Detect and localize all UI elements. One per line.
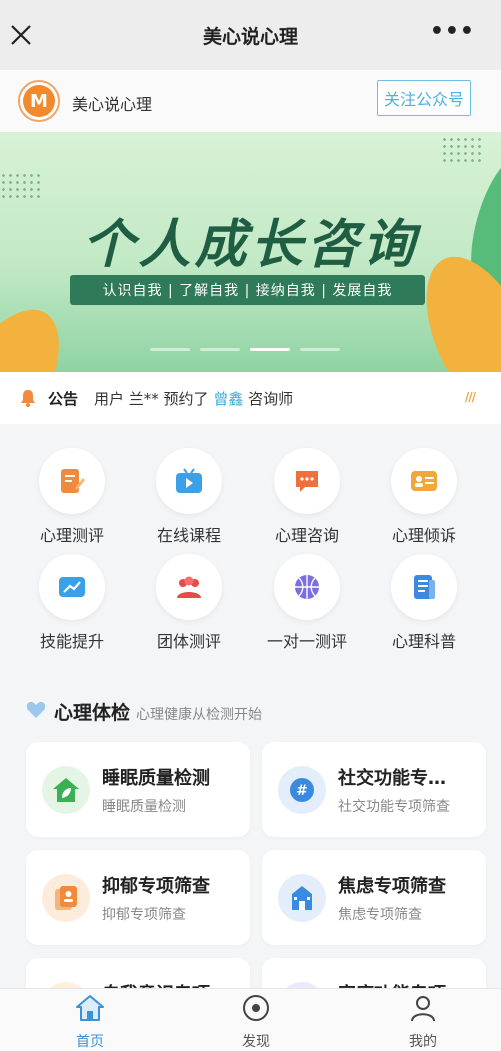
tab-home[interactable]: 首页	[50, 993, 130, 1051]
grid-item-online-course[interactable]: 在线课程	[134, 448, 244, 546]
dot-pattern-decoration	[0, 172, 40, 202]
hashtag-icon: #	[290, 778, 314, 802]
card-icon-circle	[278, 874, 326, 922]
logo-letter: M	[23, 85, 55, 117]
grid-icon-circle	[274, 448, 340, 514]
card-icon-circle	[42, 874, 90, 922]
bottom-tab-bar: 首页 发现 我的	[0, 988, 501, 1051]
grid-label: 心理倾诉	[391, 526, 456, 545]
card-icon-circle: #	[278, 766, 326, 814]
grid-label: 心理测评	[39, 526, 104, 545]
group-people-icon	[177, 576, 201, 598]
close-icon[interactable]	[8, 22, 34, 48]
card-title: 抑郁专项筛查	[102, 876, 210, 897]
grid-item-counseling[interactable]: 心理咨询	[252, 448, 362, 546]
announcement-suffix: 咨询师	[248, 390, 294, 408]
chat-bubble-icon	[296, 471, 318, 492]
card-icon-circle	[42, 766, 90, 814]
carousel-dot[interactable]	[150, 348, 190, 351]
more-options-icon[interactable]: •••	[430, 21, 475, 43]
home-leaf-icon	[53, 778, 79, 802]
ball-icon	[295, 575, 319, 599]
banner-headline: 个人成长咨询	[82, 215, 419, 275]
exam-card-social[interactable]: # 社交功能专… 社交功能专项筛查	[262, 742, 486, 837]
video-tv-icon	[176, 468, 202, 493]
grid-label: 团体测评	[156, 632, 221, 651]
announcement-prefix: 用户 兰** 预约了	[94, 390, 209, 408]
svg-text:#: #	[296, 783, 308, 799]
trend-chart-icon	[59, 577, 85, 597]
follow-button[interactable]: 关注公众号	[376, 80, 471, 116]
grid-label: 心理科普	[391, 632, 456, 651]
card-title: 社交功能专…	[338, 768, 446, 789]
grid-label: 技能提升	[39, 632, 104, 651]
grid-icon-circle	[39, 554, 105, 620]
promo-banner[interactable]: 个人成长咨询 认识自我 | 了解自我 | 接纳自我 | 发展自我	[0, 132, 501, 372]
announcement-bar[interactable]: 公告 用户 兰** 预约了 曾鑫 咨询师 ///	[0, 372, 501, 424]
carousel-dot[interactable]	[300, 348, 340, 351]
brand-logo: M	[18, 80, 60, 122]
section-header: 心理体检 心理健康从检测开始	[26, 698, 262, 725]
card-title: 焦虑专项筛查	[338, 876, 446, 897]
carousel-indicator	[150, 348, 340, 351]
tab-discover[interactable]: 发现	[216, 993, 296, 1051]
carousel-dot[interactable]	[200, 348, 240, 351]
card-subtitle: 抑郁专项筛查	[102, 907, 186, 923]
exam-card-sleep[interactable]: 睡眠质量检测 睡眠质量检测	[26, 742, 250, 837]
banner-tagline: 认识自我 | 了解自我 | 接纳自我 | 发展自我	[70, 275, 425, 305]
tab-label: 发现	[242, 1034, 270, 1050]
counselor-name[interactable]: 曾鑫	[213, 390, 243, 408]
contact-card-icon	[411, 471, 437, 491]
grid-item-one-on-one[interactable]: 一对一测评	[252, 554, 362, 652]
tab-mine[interactable]: 我的	[383, 993, 463, 1051]
grid-label: 一对一测评	[266, 632, 347, 651]
grid-icon-circle	[391, 448, 457, 514]
section-subtitle: 心理健康从检测开始	[136, 707, 263, 723]
tab-label: 我的	[409, 1034, 437, 1050]
carousel-dot-active[interactable]	[250, 348, 290, 351]
account-name: 美心说心理	[72, 95, 153, 114]
announcement-text: 用户 兰** 预约了 曾鑫 咨询师	[94, 388, 293, 409]
account-header: M 美心说心理 关注公众号	[0, 70, 501, 132]
grid-item-skill-up[interactable]: 技能提升	[17, 554, 127, 652]
heart-icon	[26, 701, 46, 718]
grid-icon-circle	[274, 554, 340, 620]
test-edit-icon	[61, 469, 85, 493]
grid-item-confide[interactable]: 心理倾诉	[369, 448, 479, 546]
grid-item-psych-test[interactable]: 心理测评	[17, 448, 127, 546]
section-title: 心理体检	[54, 702, 131, 724]
exam-card-anxiety[interactable]: 焦虑专项筛查 焦虑专项筛查	[262, 850, 486, 945]
discover-icon	[243, 995, 269, 1021]
title-bar: 美心说心理 •••	[0, 0, 501, 70]
card-subtitle: 社交功能专项筛查	[338, 799, 450, 815]
badge-card-icon	[55, 886, 77, 910]
bell-icon	[21, 390, 35, 407]
grid-icon-circle	[391, 554, 457, 620]
grid-label: 心理咨询	[274, 526, 339, 545]
school-building-icon	[292, 886, 312, 910]
grid-icon-circle	[39, 448, 105, 514]
tab-label: 首页	[76, 1034, 104, 1050]
grid-icon-circle	[156, 448, 222, 514]
grid-icon-circle	[156, 554, 222, 620]
grid-item-group-test[interactable]: 团体测评	[134, 554, 244, 652]
card-title: 睡眠质量检测	[102, 768, 210, 789]
announcement-tag: 公告	[48, 390, 79, 408]
exam-card-depression[interactable]: 抑郁专项筛查 抑郁专项筛查	[26, 850, 250, 945]
dot-pattern-decoration	[441, 136, 481, 166]
grid-item-science[interactable]: 心理科普	[369, 554, 479, 652]
slash-marker: ///	[464, 390, 476, 404]
document-icon	[414, 575, 435, 599]
grid-label: 在线课程	[156, 526, 221, 545]
card-subtitle: 睡眠质量检测	[102, 799, 186, 815]
page-title: 美心说心理	[202, 25, 298, 48]
user-icon	[411, 996, 435, 1022]
home-icon	[76, 995, 104, 1021]
card-subtitle: 焦虑专项筛查	[338, 907, 422, 923]
